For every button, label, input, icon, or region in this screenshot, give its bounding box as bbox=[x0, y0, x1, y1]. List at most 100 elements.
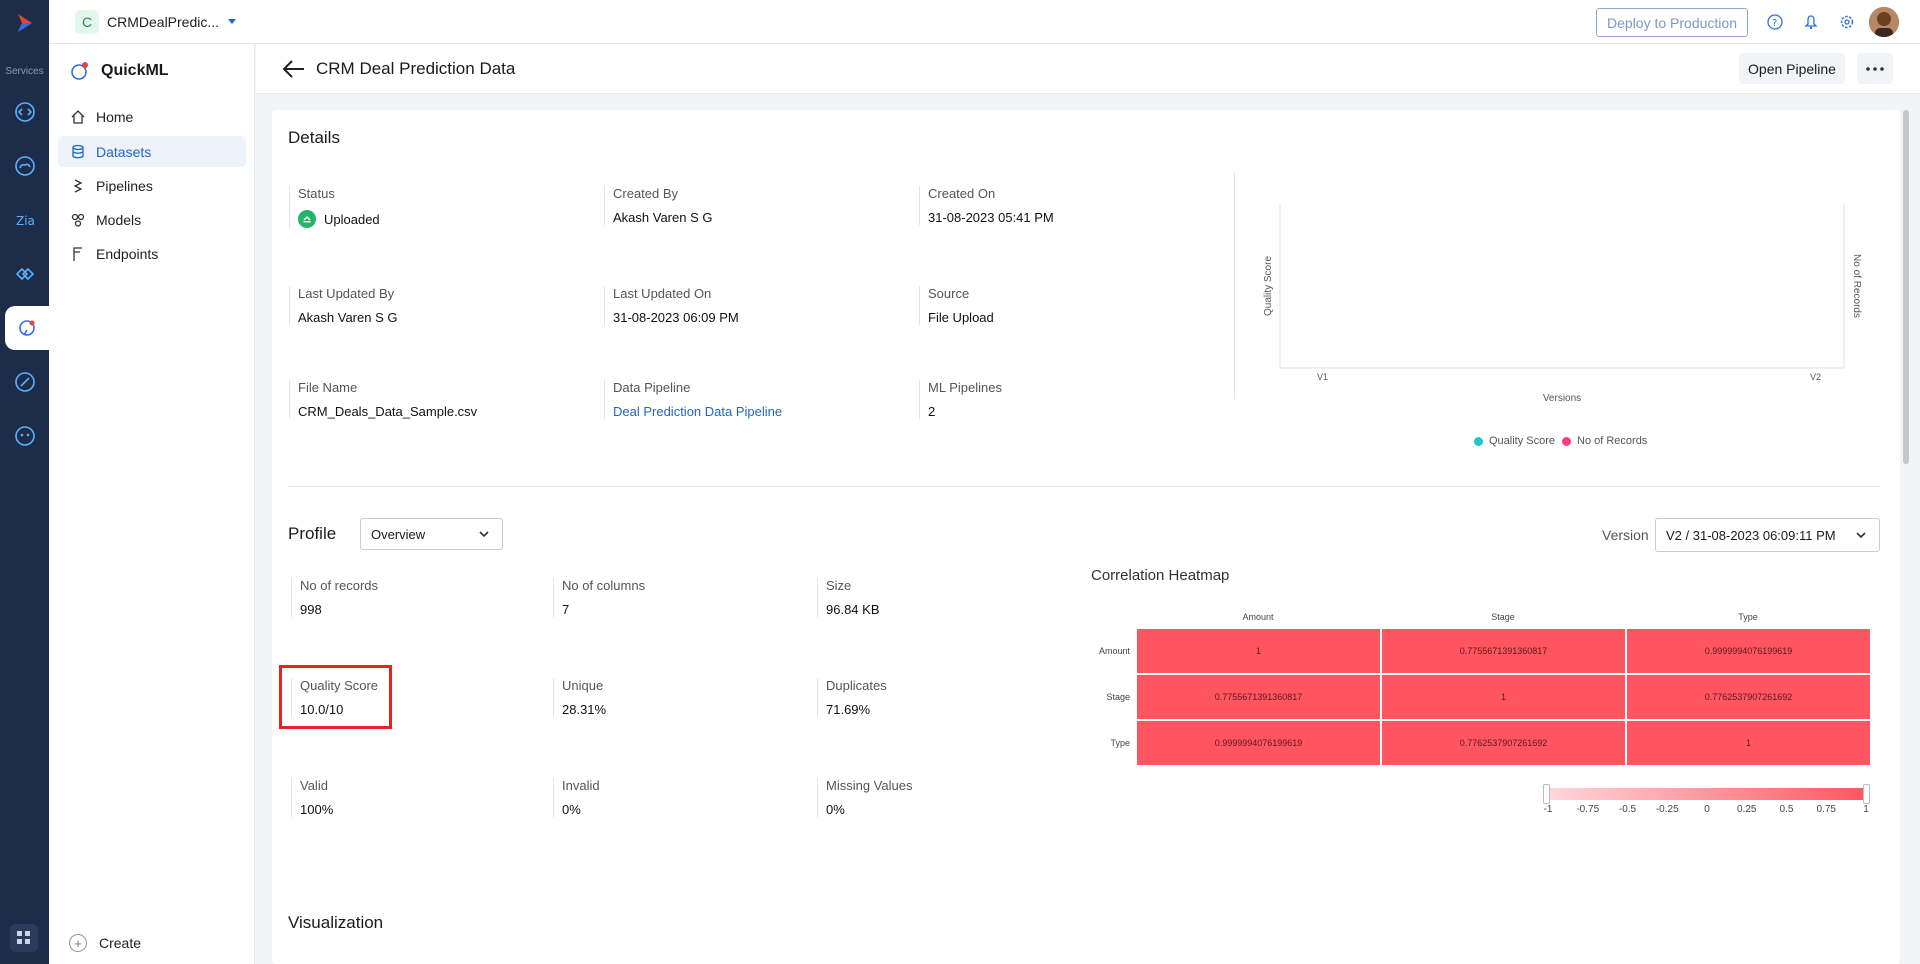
project-badge: C bbox=[75, 10, 99, 34]
nav-item-home[interactable]: Home bbox=[58, 101, 246, 132]
project-name: CRMDealPredic... bbox=[107, 14, 220, 30]
heatmap-cell[interactable]: 0.9999994076199619 bbox=[1627, 629, 1870, 673]
field-label: Last Updated By bbox=[298, 286, 395, 301]
quickml-brand: QuickML bbox=[69, 60, 169, 82]
heatmap-cell[interactable]: 0.9999994076199619 bbox=[1137, 721, 1380, 765]
stat-label: Invalid bbox=[562, 778, 600, 793]
x-tick-label: V1 bbox=[1317, 372, 1328, 382]
more-options-icon[interactable] bbox=[1857, 53, 1893, 84]
data-pipeline-link[interactable]: Deal Prediction Data Pipeline bbox=[613, 404, 782, 419]
color-scale-tick-label: -0.25 bbox=[1655, 804, 1679, 815]
nav-item-endpoints[interactable]: Endpoints bbox=[58, 238, 246, 269]
color-scale-max-handle[interactable] bbox=[1863, 784, 1870, 804]
nav-item-models[interactable]: Models bbox=[58, 204, 246, 235]
services-label: Services bbox=[5, 66, 44, 77]
color-scale-tick-label: 0 bbox=[1704, 804, 1710, 815]
settings-gear-icon[interactable] bbox=[1837, 12, 1857, 32]
version-select[interactable]: V2 / 31-08-2023 06:09:11 PM bbox=[1655, 518, 1880, 552]
field-label: Status bbox=[298, 186, 335, 201]
ml-pipelines-field: ML Pipelines 2 bbox=[919, 380, 1002, 419]
stat-label: No of records bbox=[300, 578, 379, 593]
stat-label: Size bbox=[826, 578, 852, 593]
heatmap-cell[interactable]: 0.7755671391360817 bbox=[1382, 629, 1625, 673]
heatmap-cell[interactable]: 1 bbox=[1137, 629, 1380, 673]
field-label: Source bbox=[928, 286, 970, 301]
versions-chart: V1 V2 Versions Quality Score No of Recor… bbox=[1263, 204, 1862, 404]
user-avatar[interactable] bbox=[1869, 7, 1899, 37]
back-arrow-icon[interactable] bbox=[282, 58, 306, 80]
field-value: Akash Varen S G bbox=[298, 310, 398, 325]
heatmap-cell[interactable]: 1 bbox=[1382, 675, 1625, 719]
create-button[interactable]: + Create bbox=[69, 934, 141, 952]
rocket-icon[interactable] bbox=[12, 369, 38, 395]
heatmap-row-label: Type bbox=[1110, 738, 1130, 748]
heatmap-cell[interactable]: 1 bbox=[1627, 721, 1870, 765]
heatmap-title: Correlation Heatmap bbox=[1091, 567, 1230, 584]
visualization-heading: Visualization bbox=[288, 913, 384, 932]
heatmap-cell[interactable]: 0.7762537907261692 bbox=[1627, 675, 1870, 719]
project-switcher[interactable]: C CRMDealPredic... bbox=[75, 10, 237, 34]
field-label: ML Pipelines bbox=[928, 380, 1002, 395]
color-scale-tick-label: 0.5 bbox=[1779, 804, 1794, 815]
legend-label: No of Records bbox=[1577, 435, 1648, 447]
x-tick-label: V2 bbox=[1810, 372, 1821, 382]
svg-text:?: ? bbox=[1772, 18, 1777, 29]
nav-item-pipelines[interactable]: Pipelines bbox=[58, 170, 246, 201]
quickml-logo-icon bbox=[71, 62, 88, 80]
last-updated-on-field: Last Updated On 31-08-2023 06:09 PM bbox=[604, 286, 739, 325]
quickml-icon[interactable] bbox=[5, 306, 49, 350]
bot-icon[interactable] bbox=[12, 423, 38, 449]
legend-dot-icon bbox=[1474, 436, 1483, 446]
heatmap-cell[interactable]: 0.7755671391360817 bbox=[1137, 675, 1380, 719]
apps-grid-icon[interactable] bbox=[10, 924, 38, 952]
last-updated-by-field: Last Updated By Akash Varen S G bbox=[289, 286, 397, 325]
integration-icon[interactable] bbox=[12, 261, 38, 287]
cloud-icon[interactable] bbox=[12, 153, 38, 179]
color-scale-tick-label: -0.75 bbox=[1576, 804, 1600, 815]
create-label: Create bbox=[99, 935, 142, 951]
status-uploaded-icon bbox=[298, 210, 316, 228]
vertical-scrollbar[interactable] bbox=[1903, 110, 1909, 464]
heatmap-col-label: Amount bbox=[1242, 612, 1274, 622]
color-scale-tick-label: 1 bbox=[1863, 804, 1869, 815]
catalyst-logo-icon[interactable] bbox=[12, 10, 38, 36]
database-icon bbox=[72, 144, 84, 158]
stat-label: Duplicates bbox=[826, 678, 887, 693]
stat-value: 100% bbox=[300, 802, 334, 817]
details-heading: Details bbox=[288, 128, 340, 147]
select-value: Overview bbox=[371, 526, 426, 542]
page-title: CRM Deal Prediction Data bbox=[316, 59, 516, 78]
caret-down-icon bbox=[228, 19, 237, 24]
deploy-to-production-button[interactable]: Deploy to Production bbox=[1596, 8, 1748, 37]
y-axis-label: Quality Score bbox=[1263, 256, 1274, 316]
profile-view-select[interactable]: Overview bbox=[360, 518, 503, 550]
profile-heading: Profile bbox=[288, 524, 337, 543]
stat-no-of-records: No of records 998 bbox=[291, 578, 378, 617]
quickml-side-nav: QuickML Home Datasets Pipelines Models E… bbox=[49, 44, 255, 964]
stat-label: Unique bbox=[562, 678, 604, 693]
file-name-field: File Name CRM_Deals_Data_Sample.csv bbox=[289, 380, 477, 419]
zia-icon[interactable]: Zia bbox=[12, 207, 38, 233]
field-value: 31-08-2023 06:09 PM bbox=[613, 310, 739, 325]
color-scale-tick-label: 0.75 bbox=[1816, 804, 1836, 815]
version-label: Version bbox=[1602, 527, 1649, 543]
heatmap-cell[interactable]: 0.7762537907261692 bbox=[1382, 721, 1625, 765]
help-icon[interactable]: ? bbox=[1765, 12, 1785, 32]
color-scale-min-handle[interactable] bbox=[1543, 784, 1550, 804]
nav-item-datasets[interactable]: Datasets bbox=[58, 136, 246, 167]
nav-item-label: Datasets bbox=[96, 143, 152, 160]
stat-duplicates: Duplicates 71.69% bbox=[817, 678, 887, 717]
nav-item-label: Endpoints bbox=[96, 245, 159, 262]
nav-item-label: Home bbox=[96, 108, 134, 125]
models-icon bbox=[71, 213, 85, 227]
chart-legend-no-of-records[interactable]: No of Records bbox=[1562, 435, 1647, 447]
field-value: File Upload bbox=[928, 310, 994, 325]
pipeline-icon bbox=[73, 178, 83, 193]
chart-legend-quality-score[interactable]: Quality Score bbox=[1474, 435, 1555, 447]
code-icon[interactable] bbox=[12, 99, 38, 125]
stat-no-of-columns: No of columns 7 bbox=[553, 578, 645, 617]
open-pipeline-button[interactable]: Open Pipeline bbox=[1739, 53, 1845, 84]
endpoint-icon bbox=[73, 246, 82, 261]
notification-bell-icon[interactable] bbox=[1801, 12, 1821, 32]
field-label: Data Pipeline bbox=[613, 380, 691, 395]
